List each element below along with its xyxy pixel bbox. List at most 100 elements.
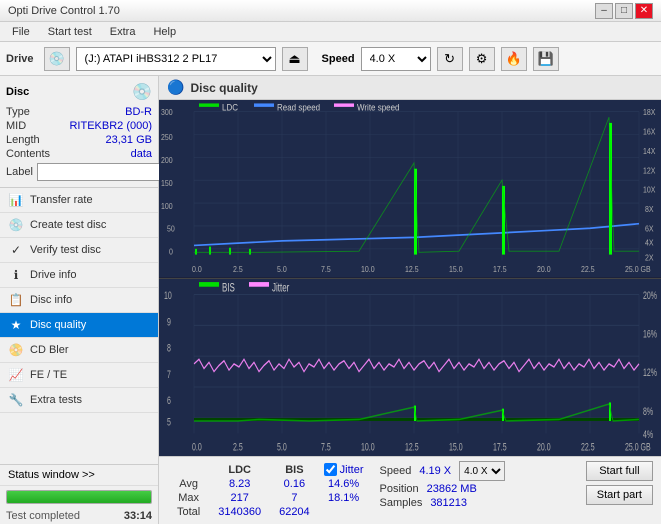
- top-chart-svg: LDC Read speed Write speed 300 250 200 1…: [159, 100, 661, 278]
- svg-text:15.0: 15.0: [449, 264, 463, 274]
- menu-file[interactable]: File: [4, 24, 38, 40]
- avg-jitter: 14.6%: [320, 478, 368, 490]
- max-bis: 7: [271, 492, 318, 504]
- main-layout: Disc 💿 Type BD-R MID RITEKBR2 (000) Leng…: [0, 76, 661, 524]
- close-button[interactable]: ✕: [635, 3, 653, 19]
- svg-text:Write speed: Write speed: [357, 102, 400, 113]
- chart-title-icon: 🔵: [167, 79, 184, 96]
- drive-info-label: Drive info: [30, 269, 76, 281]
- sidebar-item-verify-test-disc[interactable]: ✓ Verify test disc: [0, 238, 158, 263]
- status-text: Test completed: [6, 510, 80, 522]
- bottom-status: Test completed 33:14: [0, 508, 158, 524]
- menu-bar: File Start test Extra Help: [0, 22, 661, 42]
- svg-text:LDC: LDC: [222, 102, 238, 113]
- drive-label: Drive: [6, 53, 34, 65]
- svg-text:12X: 12X: [643, 166, 655, 176]
- svg-text:12%: 12%: [643, 366, 657, 378]
- verify-test-label: Verify test disc: [30, 244, 101, 256]
- progress-bar-fill: [7, 491, 151, 503]
- disc-info-icon: 📋: [8, 293, 24, 307]
- speed-select[interactable]: 4.0 X: [361, 47, 431, 71]
- svg-text:12.5: 12.5: [405, 440, 419, 452]
- transfer-rate-label: Transfer rate: [30, 194, 93, 206]
- svg-text:250: 250: [161, 133, 173, 143]
- mid-value: RITEKBR2 (000): [69, 120, 152, 132]
- speed-label: Speed: [322, 53, 355, 65]
- menu-extra[interactable]: Extra: [102, 24, 144, 40]
- svg-text:50: 50: [167, 224, 175, 234]
- max-ldc: 217: [210, 492, 269, 504]
- avg-bis: 0.16: [271, 478, 318, 490]
- speed-info: Speed 4.19 X 4.0 X Position 23862 MB Sam…: [380, 461, 506, 509]
- disc-image-icon: 💿: [132, 82, 152, 102]
- cd-bler-label: CD Bler: [30, 344, 69, 356]
- refresh-button[interactable]: ↻: [437, 47, 463, 71]
- position-key-label: Position: [380, 483, 419, 495]
- sidebar-item-disc-quality[interactable]: ★ Disc quality: [0, 313, 158, 338]
- create-test-icon: 💿: [8, 218, 24, 232]
- svg-text:25.0 GB: 25.0 GB: [625, 264, 651, 274]
- save-button[interactable]: 💾: [533, 47, 559, 71]
- sidebar-item-create-test-disc[interactable]: 💿 Create test disc: [0, 213, 158, 238]
- label-input[interactable]: [37, 163, 175, 181]
- svg-text:2.5: 2.5: [233, 264, 243, 274]
- settings-button[interactable]: ⚙: [469, 47, 495, 71]
- total-bis: 62204: [271, 506, 318, 518]
- eject-button[interactable]: ⏏: [282, 47, 308, 71]
- toolbar: Drive 💿 (J:) ATAPI iHBS312 2 PL17 ⏏ Spee…: [0, 42, 661, 76]
- svg-text:12.5: 12.5: [405, 264, 419, 274]
- svg-text:15.0: 15.0: [449, 440, 463, 452]
- top-chart: LDC Read speed Write speed 300 250 200 1…: [159, 100, 661, 278]
- disc-quality-icon: ★: [8, 318, 24, 332]
- svg-text:Read speed: Read speed: [277, 102, 320, 113]
- minimize-button[interactable]: –: [595, 3, 613, 19]
- start-full-button[interactable]: Start full: [586, 461, 653, 481]
- jitter-checkbox-label[interactable]: Jitter: [324, 463, 364, 476]
- app-title: Opti Drive Control 1.70: [8, 5, 120, 17]
- svg-text:BIS: BIS: [222, 281, 235, 294]
- drive-select[interactable]: (J:) ATAPI iHBS312 2 PL17: [76, 47, 276, 71]
- start-part-button[interactable]: Start part: [586, 485, 653, 505]
- create-test-label: Create test disc: [30, 219, 106, 231]
- sidebar-item-transfer-rate[interactable]: 📊 Transfer rate: [0, 188, 158, 213]
- jitter-checkbox[interactable]: [324, 463, 337, 476]
- svg-text:100: 100: [161, 201, 173, 211]
- speed-select-stats[interactable]: 4.0 X: [459, 461, 505, 481]
- status-window-item[interactable]: Status window >>: [0, 465, 158, 486]
- length-label: Length: [6, 134, 40, 146]
- verify-test-icon: ✓: [8, 243, 24, 257]
- disc-quality-label: Disc quality: [30, 319, 86, 331]
- contents-value: data: [131, 148, 152, 160]
- sidebar-item-fe-te[interactable]: 📈 FE / TE: [0, 363, 158, 388]
- svg-text:2X: 2X: [645, 253, 654, 263]
- stats-table: LDC BIS Jitter Avg 8.23 0.16: [167, 461, 370, 520]
- disc-panel: Disc 💿 Type BD-R MID RITEKBR2 (000) Leng…: [0, 76, 158, 188]
- samples-val: 381213: [430, 497, 467, 509]
- progress-bar-container: [6, 490, 152, 504]
- length-value: 23,31 GB: [106, 134, 152, 146]
- svg-text:22.5: 22.5: [581, 264, 595, 274]
- svg-text:0.0: 0.0: [192, 440, 202, 452]
- total-ldc: 3140360: [210, 506, 269, 518]
- bottom-chart: BIS Jitter 10 9 8 7 6 5 20% 16% 12% 8%: [159, 278, 661, 457]
- burn-button[interactable]: 🔥: [501, 47, 527, 71]
- svg-text:6: 6: [167, 394, 171, 406]
- svg-text:6X: 6X: [645, 224, 654, 234]
- sidebar-item-extra-tests[interactable]: 🔧 Extra tests: [0, 388, 158, 413]
- svg-text:17.5: 17.5: [493, 264, 507, 274]
- avg-label: Avg: [169, 478, 208, 490]
- sidebar-item-cd-bler[interactable]: 📀 CD Bler: [0, 338, 158, 363]
- maximize-button[interactable]: □: [615, 3, 633, 19]
- drive-icon-btn[interactable]: 💿: [44, 47, 70, 71]
- transfer-rate-icon: 📊: [8, 193, 24, 207]
- menu-help[interactable]: Help: [145, 24, 184, 40]
- svg-text:4%: 4%: [643, 428, 653, 440]
- jitter-check-label: Jitter: [340, 464, 364, 476]
- sidebar-item-drive-info[interactable]: ℹ Drive info: [0, 263, 158, 288]
- menu-start-test[interactable]: Start test: [40, 24, 100, 40]
- chart-title: Disc quality: [190, 81, 257, 95]
- sidebar-item-disc-info[interactable]: 📋 Disc info: [0, 288, 158, 313]
- ldc-col-header: LDC: [210, 463, 269, 476]
- type-label: Type: [6, 106, 30, 118]
- svg-text:10: 10: [164, 289, 172, 301]
